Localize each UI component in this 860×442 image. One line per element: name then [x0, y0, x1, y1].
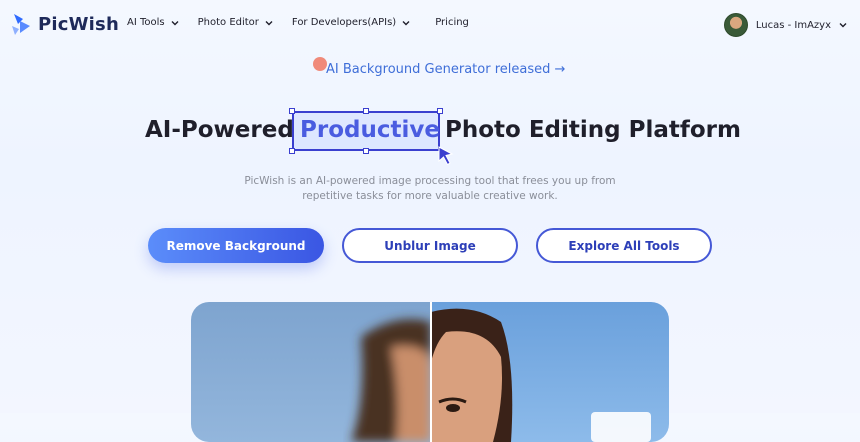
subtitle-line-2: repetitive tasks for more valuable creat…: [302, 190, 558, 202]
chevron-down-icon: [402, 20, 410, 25]
announcement-text: AI Background Generator released →: [326, 62, 566, 77]
sharp-portrait-icon: [431, 308, 651, 442]
nav-pricing-label: Pricing: [435, 17, 469, 28]
picwish-logo-icon: [12, 14, 30, 35]
remove-background-button[interactable]: Remove Background: [148, 228, 324, 263]
after-sharp-image: [431, 302, 669, 442]
new-badge-icon: [313, 56, 327, 71]
chevron-down-icon: [839, 23, 847, 28]
nav-pricing[interactable]: Pricing: [435, 17, 469, 28]
headline-left: AI-Powered: [145, 117, 294, 143]
selection-handle: [289, 148, 295, 154]
unblur-image-button[interactable]: Unblur Image: [342, 228, 518, 263]
nav-ai-tools[interactable]: AI Tools: [127, 17, 180, 28]
chevron-down-icon: [265, 20, 273, 25]
top-nav: PicWish AI Tools Photo Editor For Develo…: [0, 0, 860, 50]
explore-all-tools-button[interactable]: Explore All Tools: [536, 228, 712, 263]
main-menu: AI Tools Photo Editor For Developers(API…: [127, 17, 469, 28]
nav-photo-editor[interactable]: Photo Editor: [198, 17, 274, 28]
nav-developers-apis[interactable]: For Developers(APIs): [292, 17, 411, 28]
blurred-portrait-icon: [351, 319, 431, 442]
announcement-link[interactable]: AI Background Generator released →: [313, 56, 566, 77]
subtitle-line-1: PicWish is an AI-powered image processin…: [244, 175, 616, 187]
selection-handle: [437, 108, 443, 114]
brand-name: PicWish: [38, 13, 119, 35]
before-after-comparison[interactable]: [191, 302, 669, 442]
selection-handle: [289, 108, 295, 114]
selection-handle: [363, 108, 369, 114]
picwish-logo[interactable]: PicWish: [11, 12, 119, 36]
before-blurred-image: [191, 302, 431, 442]
selection-handle: [363, 148, 369, 154]
hero-subtitle: PicWish is an AI-powered image processin…: [230, 174, 630, 204]
headline-right: Photo Editing Platform: [445, 117, 741, 143]
nav-photo-editor-label: Photo Editor: [197, 17, 259, 28]
headline-highlight: Productive: [300, 117, 440, 143]
user-menu[interactable]: Lucas - ImAzyx: [723, 13, 848, 37]
cursor-pointer-icon: [438, 146, 454, 166]
compare-slider-handle[interactable]: [430, 302, 432, 442]
nav-ai-tools-label: AI Tools: [127, 17, 165, 28]
avatar[interactable]: [723, 13, 748, 37]
hero-headline: AI-Powered Productive Photo Editing Plat…: [145, 108, 741, 166]
chevron-down-icon: [171, 20, 179, 25]
nav-developers-apis-label: For Developers(APIs): [291, 17, 397, 28]
user-name: Lucas - ImAzyx: [755, 19, 831, 31]
